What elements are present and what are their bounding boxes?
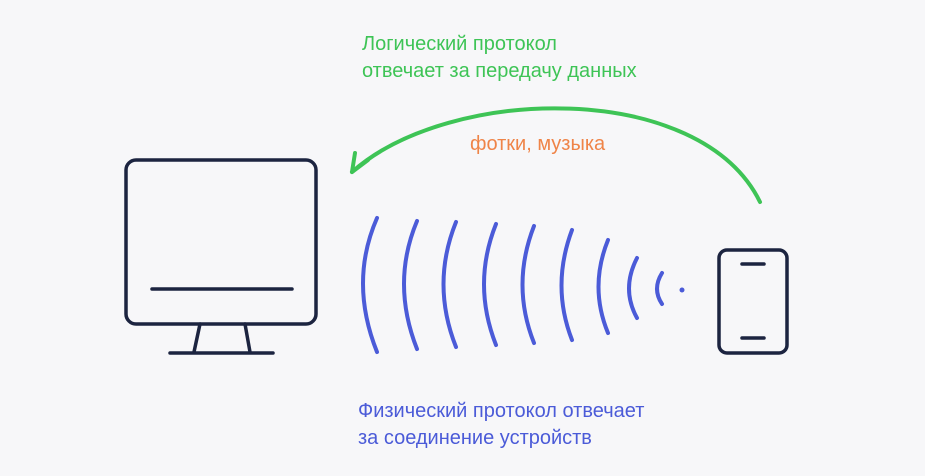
logical-protocol-line2: отвечает за передачу данных — [362, 60, 637, 82]
wireless-waves-icon — [361, 216, 685, 354]
physical-protocol-label: Физический протокол отвечает за соединен… — [358, 398, 644, 452]
data-transfer-label: фотки, музыка — [470, 131, 605, 158]
physical-protocol-line1: Физический протокол отвечает — [358, 400, 645, 422]
monitor-icon — [124, 158, 318, 355]
data-transfer-text: фотки, музыка — [470, 133, 606, 155]
logical-protocol-line1: Логический протокол — [362, 33, 557, 55]
smartphone-icon — [717, 248, 789, 355]
physical-protocol-line2: за соединение устройств — [358, 427, 592, 449]
logical-protocol-label: Логический протокол отвечает за передачу… — [362, 31, 637, 85]
